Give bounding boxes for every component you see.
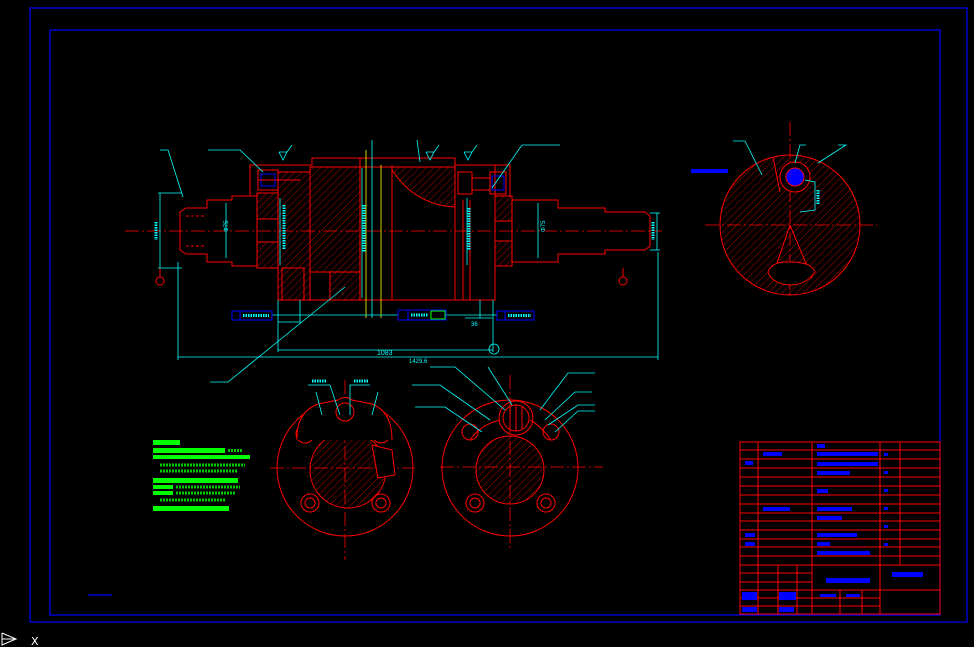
shoe-lug-left xyxy=(296,397,393,441)
left-bearing xyxy=(256,192,279,269)
front-section-view[interactable]: Φ75 Φ75 1429.6 1083 36 xyxy=(125,139,662,383)
flange-view-right[interactable] xyxy=(412,366,603,550)
drum-wall-section xyxy=(309,166,361,273)
title-block-text-boxes xyxy=(742,444,923,612)
end-view-circle[interactable] xyxy=(691,122,877,297)
notes-title xyxy=(153,440,180,445)
bolt-hole xyxy=(536,493,556,513)
technical-requirements xyxy=(153,440,250,511)
overall-length-text: 1429.6 xyxy=(409,359,428,365)
geometric-tolerances xyxy=(231,309,535,321)
title-block[interactable] xyxy=(739,441,941,615)
offset-dimension-text: 36 xyxy=(471,322,478,328)
title-block-grid xyxy=(740,442,940,614)
shoe-pin-left xyxy=(461,423,479,441)
length-dimensions: 1429.6 1083 36 xyxy=(177,252,659,365)
right-journal-diameter: Φ75 xyxy=(541,220,547,232)
lower-bolt-hole xyxy=(309,271,331,301)
pin-circle xyxy=(785,167,805,187)
right-crescent-section xyxy=(391,166,456,208)
bolt-hole xyxy=(371,493,391,513)
datum-marker xyxy=(488,343,500,355)
top-right-bolt xyxy=(457,171,507,195)
ucs-icon: X xyxy=(1,632,39,647)
span-length-text: 1083 xyxy=(377,350,393,357)
bolt-hole xyxy=(300,493,320,513)
bolt-hole xyxy=(465,493,485,513)
right-hub xyxy=(454,164,496,301)
drum-housing xyxy=(249,157,511,301)
inner-border xyxy=(49,29,941,616)
ucs-x-label: X xyxy=(31,635,39,647)
flange-view-left[interactable] xyxy=(270,379,415,560)
tolerance-datum-box xyxy=(430,310,446,320)
shoe-pin-right xyxy=(542,423,560,441)
cad-viewport[interactable]: Φ75 Φ75 1429.6 1083 36 X xyxy=(0,0,974,647)
left-journal-diameter: Φ75 xyxy=(224,220,230,232)
end-view-label-box xyxy=(691,169,728,173)
